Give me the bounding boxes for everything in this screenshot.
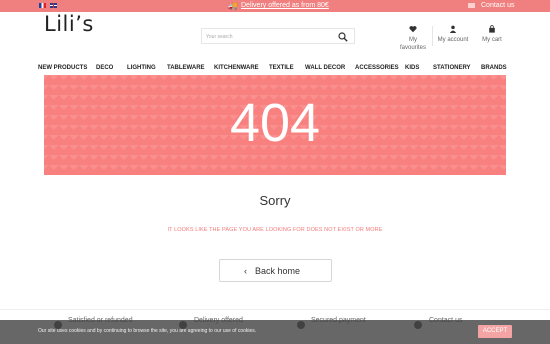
accept-cookies-button[interactable]: ACCEPT bbox=[478, 325, 512, 338]
favourites-label: My favourites bbox=[399, 37, 426, 51]
nav-item-kids[interactable]: KIDS bbox=[405, 63, 419, 73]
cart-link[interactable]: My cart bbox=[478, 25, 506, 44]
header-divider bbox=[432, 26, 433, 46]
search-box bbox=[201, 28, 355, 44]
nav-item-tableware[interactable]: TABLEWARE bbox=[167, 63, 205, 73]
error-title: Sorry bbox=[259, 193, 291, 208]
nav-item-new-products[interactable]: NEW PRODUCTS bbox=[38, 63, 87, 73]
english-flag-icon[interactable] bbox=[50, 3, 57, 8]
cookie-text: Our site uses cookies and by continuing … bbox=[38, 328, 257, 334]
cookie-banner: Our site uses cookies and by continuing … bbox=[0, 320, 550, 344]
account-label: My account bbox=[437, 37, 469, 43]
nav-item-wall-decor[interactable]: WALL DECOR bbox=[305, 63, 345, 73]
nav-item-deco[interactable]: DECO bbox=[96, 63, 113, 73]
nav-item-lighting[interactable]: LIGHTING bbox=[127, 63, 156, 73]
nav-item-stationery[interactable]: STATIONERY bbox=[433, 63, 471, 73]
back-home-label: Back home bbox=[255, 266, 301, 276]
nav-item-kitchenware[interactable]: KITCHENWARE bbox=[214, 63, 259, 73]
site-logo[interactable]: Lili’s bbox=[44, 12, 94, 36]
cart-label: My cart bbox=[482, 37, 502, 43]
main-nav: NEW PRODUCTS DECO LIGHTING TABLEWARE KIT… bbox=[0, 63, 550, 73]
french-flag-icon[interactable] bbox=[39, 3, 46, 8]
nav-item-accessories[interactable]: ACCESSORIES bbox=[355, 63, 399, 73]
nav-item-brands[interactable]: BRANDS bbox=[481, 63, 507, 73]
truck-icon: 🚚 bbox=[228, 1, 238, 10]
back-home-button[interactable]: ‹ Back home bbox=[219, 259, 332, 282]
mail-icon bbox=[468, 3, 475, 8]
top-bar: 🚚 Delivery offered as from 80€ Contact u… bbox=[0, 0, 550, 12]
search-icon[interactable] bbox=[338, 32, 348, 42]
footer-divider bbox=[0, 309, 550, 310]
search-input[interactable] bbox=[206, 31, 326, 42]
bag-icon bbox=[489, 25, 495, 33]
contact-us-link[interactable]: Contact us bbox=[481, 1, 514, 11]
favourites-link[interactable]: My favourites bbox=[398, 25, 428, 52]
error-code: 404 bbox=[229, 93, 321, 153]
error-message: IT LOOKS LIKE THE PAGE YOU ARE LOOKING F… bbox=[167, 227, 383, 233]
heart-icon bbox=[409, 26, 417, 33]
nav-item-textile[interactable]: TEXTILE bbox=[269, 63, 294, 73]
account-link[interactable]: My account bbox=[436, 25, 470, 44]
delivery-offer-link[interactable]: Delivery offered as from 80€ bbox=[241, 1, 329, 11]
chevron-left-icon: ‹ bbox=[244, 266, 247, 276]
error-banner: 404 bbox=[44, 75, 506, 175]
user-icon bbox=[449, 25, 457, 33]
